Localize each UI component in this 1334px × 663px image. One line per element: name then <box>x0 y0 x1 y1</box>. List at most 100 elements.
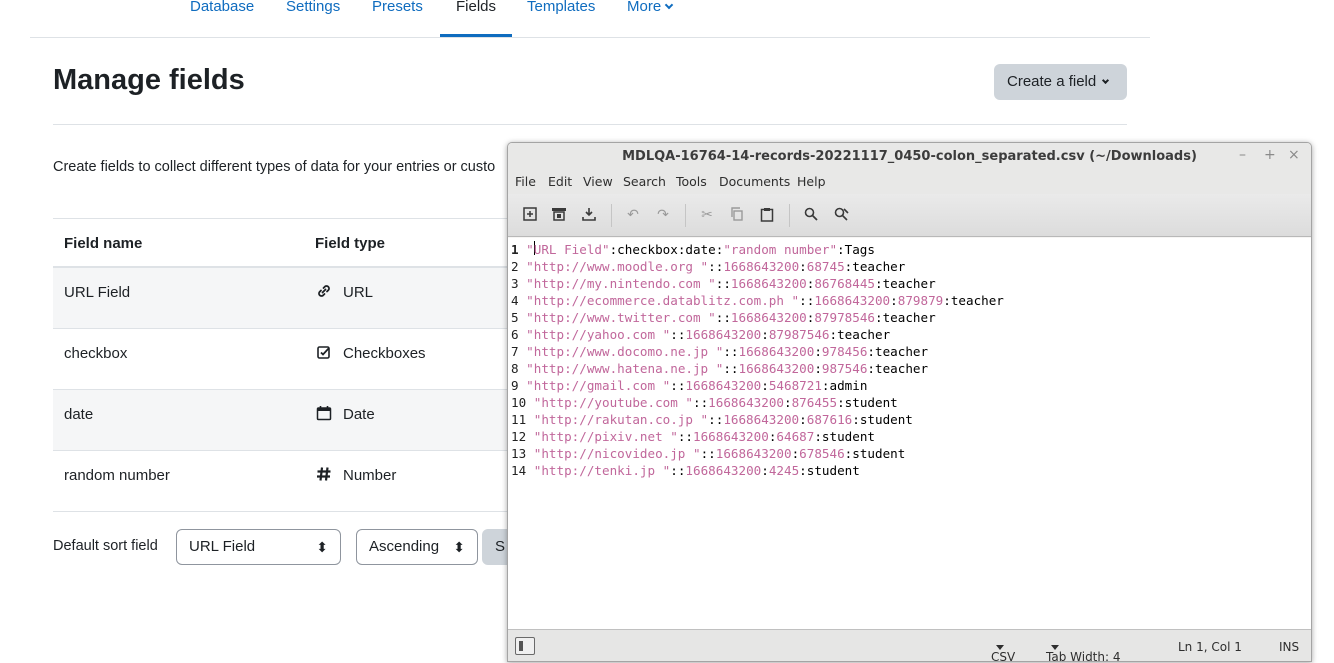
text-token: :: <box>677 429 693 444</box>
redo-icon[interactable]: ↷ <box>655 207 671 223</box>
editor-line: 12 "http://pixiv.net "::1668643200:64687… <box>511 428 875 445</box>
text-editor-area[interactable]: 1 "URL Field":checkbox:date:"random numb… <box>508 238 1311 629</box>
divider <box>53 124 1127 125</box>
tab-fields[interactable]: Fields <box>456 0 496 38</box>
string-token: "URL Field" <box>526 242 610 257</box>
field-name: URL Field <box>64 284 131 301</box>
text-token: : <box>799 259 807 274</box>
text-token: : <box>799 412 807 427</box>
tab-presets[interactable]: Presets <box>372 0 423 38</box>
line-number: 4 <box>511 293 527 308</box>
maximize-button[interactable]: + <box>1264 147 1276 163</box>
sort-field-select[interactable]: URL Field ⬍ <box>176 529 341 565</box>
create-field-button[interactable]: Create a field <box>994 64 1127 100</box>
string-token: "http://youtube.com " <box>533 395 693 410</box>
tab-templates[interactable]: Templates <box>527 0 595 38</box>
text-token: :: <box>715 310 731 325</box>
sort-direction-select[interactable]: Ascending ⬍ <box>356 529 478 565</box>
text-token: :teacher <box>943 293 1004 308</box>
table-row: random number Number <box>53 451 513 512</box>
undo-icon[interactable]: ↶ <box>625 207 641 223</box>
string-token: "http://pixiv.net " <box>533 429 678 444</box>
editor-line: 1 "URL Field":checkbox:date:"random numb… <box>511 241 875 258</box>
editor-line: 8 "http://www.hatena.ne.jp "::1668643200… <box>511 360 928 377</box>
tab-database[interactable]: Database <box>190 0 254 38</box>
text-token: :student <box>844 446 906 461</box>
menu-edit[interactable]: Edit <box>548 174 572 189</box>
table-row: URL Field URL <box>53 268 513 329</box>
cursor-position: Ln 1, Col 1 <box>1178 640 1242 654</box>
minimize-button[interactable]: – <box>1239 147 1246 163</box>
menu-tools[interactable]: Tools <box>676 174 707 189</box>
save-icon[interactable] <box>581 207 597 223</box>
menu-view[interactable]: View <box>583 174 613 189</box>
number-token: 678546 <box>799 446 845 461</box>
number-token: 1668643200 <box>738 361 815 376</box>
text-token: : <box>783 395 792 410</box>
menu-file[interactable]: File <box>515 174 536 189</box>
string-token: "http://my.nintendo.com " <box>526 276 716 291</box>
number-token: 1668643200 <box>685 463 762 478</box>
tab-more[interactable]: More <box>627 0 674 38</box>
status-bar: CSV Tab Width: 4 Ln 1, Col 1 INS <box>508 629 1311 661</box>
line-number: 1 <box>511 242 527 257</box>
text-token: :: <box>715 276 731 291</box>
number-token: 687616 <box>806 412 853 427</box>
string-token: "http://nicovideo.jp " <box>533 446 701 461</box>
find-icon[interactable] <box>803 207 819 223</box>
language-label: CSV <box>991 650 1016 662</box>
new-document-icon[interactable] <box>522 207 538 223</box>
hash-icon <box>315 466 333 486</box>
field-type: URL <box>343 284 374 301</box>
number-token: 86768445 <box>814 276 875 291</box>
number-token: 68745 <box>806 259 845 274</box>
line-number: 12 <box>511 429 534 444</box>
text-token: : <box>761 378 769 393</box>
dropdown-arrow-icon <box>1051 645 1059 650</box>
menu-help[interactable]: Help <box>797 174 826 189</box>
table-header: Field name Field type <box>53 218 513 268</box>
number-token: 978456 <box>821 344 868 359</box>
tab-settings[interactable]: Settings <box>286 0 340 38</box>
select-arrows-icon: ⬍ <box>316 539 328 555</box>
text-token: :: <box>799 293 815 308</box>
editor-line: 4 "http://ecommerce.datablitz.com.ph "::… <box>511 292 1004 309</box>
line-number: 5 <box>511 310 527 325</box>
language-selector[interactable]: CSV <box>991 640 1015 661</box>
text-token: : <box>761 327 769 342</box>
number-token: 5468721 <box>768 378 822 393</box>
field-type: Number <box>343 467 397 484</box>
menu-search[interactable]: Search <box>623 174 666 189</box>
field-type: Date <box>343 406 375 423</box>
close-button[interactable]: × <box>1288 147 1300 163</box>
text-token: :teacher <box>875 310 936 325</box>
editor-line: 14 "http://tenki.jp "::1668643200:4245:s… <box>511 462 860 479</box>
paste-icon[interactable] <box>759 207 775 223</box>
side-panel-toggle-button[interactable] <box>515 637 535 655</box>
number-token: 987546 <box>821 361 868 376</box>
number-token: 876455 <box>791 395 838 410</box>
number-token: 1668643200 <box>715 446 792 461</box>
string-token: "http://yahoo.com " <box>526 327 671 342</box>
window-titlebar[interactable]: MDLQA-16764-14-records-20221117_0450-col… <box>508 143 1311 170</box>
line-number: 3 <box>511 276 527 291</box>
cut-icon[interactable]: ✂ <box>699 207 715 223</box>
text-token: :: <box>723 344 739 359</box>
menu-documents[interactable]: Documents <box>719 174 790 189</box>
find-replace-icon[interactable] <box>833 207 849 223</box>
text-token: :teacher <box>867 344 929 359</box>
tab-width-selector[interactable]: Tab Width: 4 <box>1046 640 1120 661</box>
chevron-down-icon <box>664 0 674 10</box>
window-title: MDLQA-16764-14-records-20221117_0450-col… <box>622 149 1197 164</box>
number-token: 1668643200 <box>738 344 815 359</box>
select-arrows-icon: ⬍ <box>453 539 465 555</box>
header-field-type: Field type <box>315 235 386 252</box>
text-token: :: <box>670 327 686 342</box>
editor-line: 11 "http://rakutan.co.jp "::1668643200:6… <box>511 411 913 428</box>
copy-icon[interactable] <box>729 207 745 223</box>
text-token: :checkbox:date: <box>609 242 724 257</box>
copy-document-icon[interactable] <box>551 207 567 223</box>
text-token: :student <box>814 429 875 444</box>
sort-field-value: URL Field <box>189 538 256 555</box>
string-token: "http://www.docomo.ne.jp " <box>526 344 724 359</box>
